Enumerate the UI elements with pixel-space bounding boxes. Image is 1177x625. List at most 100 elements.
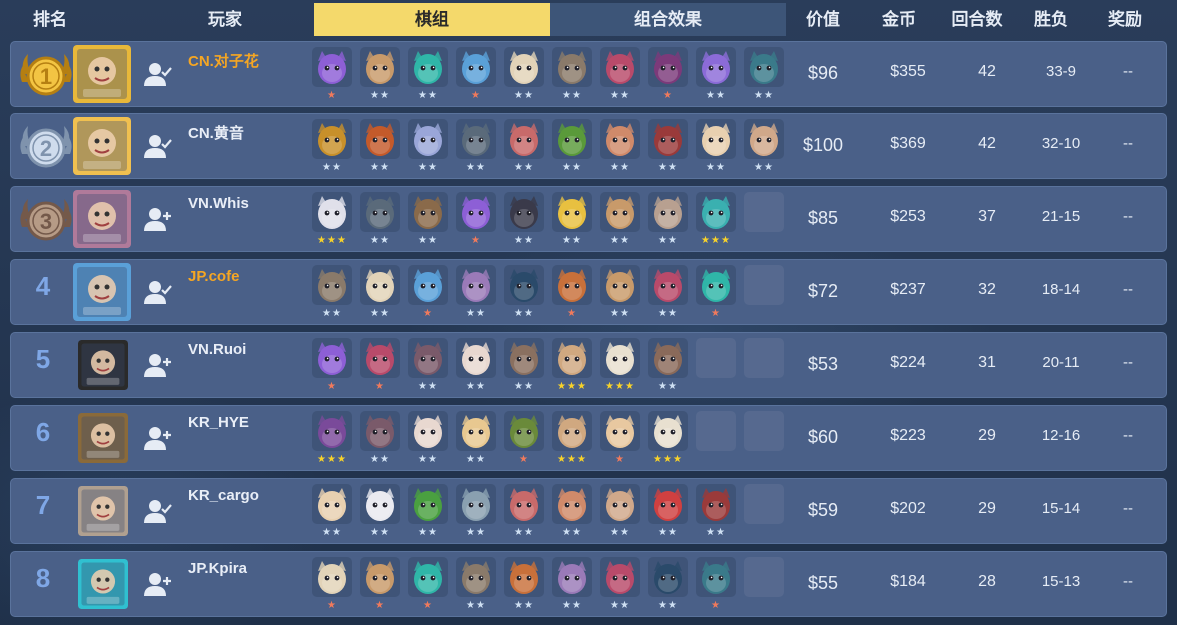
chess-piece-icon[interactable] [360, 192, 400, 232]
chess-piece-icon[interactable] [648, 119, 688, 159]
chess-piece-icon[interactable] [408, 484, 448, 524]
player-avatar[interactable] [78, 340, 128, 390]
chess-piece-icon[interactable] [312, 484, 352, 524]
chess-piece-icon[interactable] [552, 119, 592, 159]
player-avatar[interactable] [73, 45, 131, 103]
chess-piece-icon[interactable] [744, 47, 784, 87]
chess-piece-icon[interactable] [456, 119, 496, 159]
chess-piece-icon[interactable] [648, 411, 688, 451]
chess-piece-icon[interactable] [360, 265, 400, 305]
chess-piece-icon[interactable] [456, 192, 496, 232]
friend-add-icon[interactable] [143, 424, 173, 452]
leaderboard-row[interactable]: 7 KR_cargo ★★ ★★ ★★ ★★ ★★ ★★ ★★ ★★ ★★ $5… [10, 478, 1167, 544]
chess-piece-icon[interactable] [552, 265, 592, 305]
chess-piece-icon[interactable] [648, 47, 688, 87]
chess-piece-icon[interactable] [504, 265, 544, 305]
rank-number: 8 [35, 563, 51, 593]
chess-piece-icon[interactable] [504, 411, 544, 451]
chess-piece-icon[interactable] [408, 119, 448, 159]
chess-piece-icon[interactable] [696, 557, 736, 597]
chess-piece-icon[interactable] [696, 265, 736, 305]
chess-piece-icon[interactable] [312, 411, 352, 451]
chess-piece-icon[interactable] [504, 484, 544, 524]
chess-piece-icon[interactable] [552, 338, 592, 378]
friend-added-icon[interactable] [143, 497, 173, 525]
chess-piece-icon[interactable] [648, 557, 688, 597]
tab-combo-effects[interactable]: 组合效果 [550, 3, 786, 36]
chess-piece-icon[interactable] [456, 557, 496, 597]
chess-piece-icon[interactable] [600, 265, 640, 305]
chess-piece-icon[interactable] [408, 338, 448, 378]
chess-piece-icon[interactable] [504, 557, 544, 597]
friend-add-icon[interactable] [143, 570, 173, 598]
tab-pieces[interactable]: 棋组 [314, 3, 550, 36]
chess-piece-icon[interactable] [600, 338, 640, 378]
friend-added-icon[interactable] [143, 60, 173, 88]
chess-piece-icon[interactable] [408, 265, 448, 305]
chess-piece-icon[interactable] [312, 192, 352, 232]
chess-piece-icon[interactable] [360, 484, 400, 524]
leaderboard-row[interactable]: 2 CN.黄音 ★★ ★★ ★★ ★★ ★★ ★★ ★★ ★★ ★★ ★★ $1… [10, 113, 1167, 179]
chess-piece-icon[interactable] [600, 47, 640, 87]
chess-piece-icon[interactable] [744, 119, 784, 159]
chess-piece-icon[interactable] [360, 47, 400, 87]
chess-piece-icon[interactable] [504, 338, 544, 378]
chess-piece-icon[interactable] [360, 338, 400, 378]
leaderboard-row[interactable]: 3 VN.Whis ★★★ ★★ ★★ ★ ★★ ★★ ★★ ★★ ★★★ $8… [10, 186, 1167, 252]
chess-piece-icon[interactable] [648, 484, 688, 524]
chess-piece-icon[interactable] [312, 47, 352, 87]
player-avatar[interactable] [73, 263, 131, 321]
chess-piece-icon[interactable] [408, 557, 448, 597]
chess-piece-icon[interactable] [552, 557, 592, 597]
chess-piece-icon[interactable] [312, 338, 352, 378]
chess-piece-icon[interactable] [408, 47, 448, 87]
leaderboard-row[interactable]: 5 VN.Ruoi ★ ★ ★★ ★★ ★★ ★★★ ★★★ ★★ $53 $2… [10, 332, 1167, 398]
chess-piece-icon[interactable] [456, 47, 496, 87]
leaderboard-row[interactable]: 6 KR_HYE ★★★ ★★ ★★ ★★ ★ ★★★ ★ ★★★ $60 $2… [10, 405, 1167, 471]
leaderboard-row[interactable]: 1 CN.对子花 ★ ★★ ★★ ★ ★★ ★★ ★★ ★ ★★ ★★ $96 … [10, 41, 1167, 107]
chess-piece-icon[interactable] [600, 557, 640, 597]
player-avatar[interactable] [78, 559, 128, 609]
chess-piece-icon[interactable] [408, 192, 448, 232]
chess-piece-icon[interactable] [696, 192, 736, 232]
chess-piece-icon[interactable] [408, 411, 448, 451]
chess-piece-icon[interactable] [360, 411, 400, 451]
leaderboard-row[interactable]: 4 JP.cofe ★★ ★★ ★ ★★ ★★ ★ ★★ ★★ ★ $72 $2… [10, 259, 1167, 325]
chess-piece-icon[interactable] [456, 265, 496, 305]
chess-piece-icon[interactable] [600, 119, 640, 159]
chess-piece-icon[interactable] [552, 192, 592, 232]
chess-piece-icon[interactable] [552, 484, 592, 524]
chess-piece-icon[interactable] [696, 47, 736, 87]
friend-added-icon[interactable] [143, 278, 173, 306]
chess-piece-icon[interactable] [648, 192, 688, 232]
chess-piece-icon[interactable] [648, 265, 688, 305]
chess-piece-icon[interactable] [456, 411, 496, 451]
chess-piece-icon[interactable] [312, 265, 352, 305]
chess-piece-icon[interactable] [600, 484, 640, 524]
chess-piece-icon[interactable] [600, 411, 640, 451]
chess-piece-icon[interactable] [312, 557, 352, 597]
player-avatar[interactable] [78, 413, 128, 463]
friend-add-icon[interactable] [143, 351, 173, 379]
chess-piece-icon[interactable] [552, 47, 592, 87]
chess-piece-icon[interactable] [696, 119, 736, 159]
leaderboard-row[interactable]: 8 JP.Kpira ★ ★ ★ ★★ ★★ ★★ ★★ ★★ ★ $55 $1… [10, 551, 1167, 617]
player-avatar[interactable] [73, 117, 131, 175]
chess-piece-icon[interactable] [360, 557, 400, 597]
friend-added-icon[interactable] [143, 132, 173, 160]
chess-piece-icon[interactable] [312, 119, 352, 159]
chess-piece-icon[interactable] [552, 411, 592, 451]
chess-piece-icon[interactable] [456, 484, 496, 524]
chess-piece-icon[interactable] [360, 119, 400, 159]
chess-piece-icon[interactable] [648, 338, 688, 378]
friend-add-icon[interactable] [143, 205, 173, 233]
chess-piece-icon[interactable] [504, 119, 544, 159]
player-avatar[interactable] [73, 190, 131, 248]
chess-piece-icon[interactable] [600, 192, 640, 232]
chess-piece-icon[interactable] [504, 192, 544, 232]
chess-piece-icon[interactable] [504, 47, 544, 87]
player-avatar[interactable] [78, 486, 128, 536]
chess-piece-icon[interactable] [696, 484, 736, 524]
chess-piece-icon[interactable] [456, 338, 496, 378]
win-loss: 15-14 [1041, 500, 1081, 517]
